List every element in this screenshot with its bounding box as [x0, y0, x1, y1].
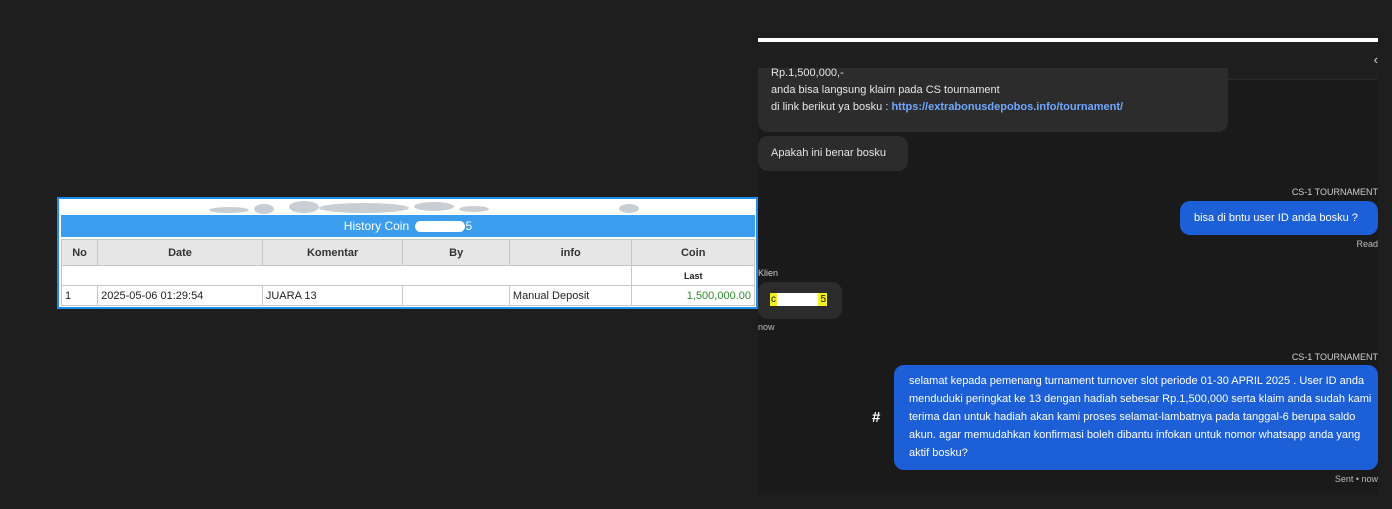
column-header-by[interactable]: By: [402, 239, 510, 266]
message-line: di link berikut ya bosku : https://extra…: [771, 99, 1228, 116]
user-id-prefix: c: [771, 294, 776, 305]
cell-date: 2025-05-06 01:29:54: [97, 285, 263, 306]
column-header-coin[interactable]: Coin: [631, 239, 755, 266]
read-receipt: Read: [1356, 239, 1378, 249]
column-header-info[interactable]: info: [508, 239, 633, 266]
subheader-empty-cell: [60, 265, 633, 286]
redacted-username: [414, 221, 465, 233]
incoming-message-tournament-info: Rp.1,500,000,- anda bisa langsung klaim …: [758, 67, 1228, 132]
history-table: No Date Komentar By info Coin Last 1 202…: [60, 239, 755, 306]
highlighted-user-id: c 5: [770, 293, 827, 306]
cell-komentar: JUARA 13: [261, 285, 404, 306]
outgoing-message-winner-announcement: selamat kepada pemenang turnament turnov…: [894, 365, 1378, 470]
incoming-message-confirm: Apakah ini benar bosku: [758, 136, 908, 171]
column-header-date[interactable]: Date: [97, 239, 263, 266]
outgoing-message-ask-id: bisa di bntu user ID anda bosku ?: [1180, 201, 1378, 235]
column-header-komentar[interactable]: Komentar: [261, 239, 404, 266]
client-label: Klien: [758, 268, 779, 278]
hash-icon[interactable]: #: [872, 409, 880, 426]
sender-label: CS-1 TOURNAMENT: [1291, 352, 1378, 362]
sender-label: CS-1 TOURNAMENT: [1291, 187, 1378, 197]
cell-by: [402, 285, 510, 306]
coin-last-label: Last: [631, 265, 755, 286]
user-id-suffix: 5: [820, 294, 826, 305]
message-line-prefix: di link berikut ya bosku :: [771, 101, 889, 113]
message-timestamp: now: [758, 322, 775, 332]
sent-status: Sent • now: [1334, 474, 1378, 484]
redacted-user-id: [777, 293, 818, 306]
chat-panel: ‹ Rp.1,500,000,- anda bisa langsung klai…: [758, 38, 1378, 493]
history-coin-panel: History Coin 5 No Date Komentar By info …: [57, 197, 758, 309]
history-title: History Coin 5: [61, 215, 755, 237]
chevron-left-icon[interactable]: ‹: [1374, 52, 1378, 67]
message-line: anda bisa langsung klaim pada CS tournam…: [771, 84, 1000, 96]
tournament-link[interactable]: https://extrabonusdepobos.info/tournamen…: [891, 101, 1123, 113]
message-line: Rp.1,500,000,-: [771, 67, 844, 79]
history-title-text: History Coin: [343, 219, 410, 233]
incoming-message-user-id: c 5: [758, 282, 842, 319]
history-title-suffix: 5: [465, 219, 473, 233]
cell-coin: 1,500,000.00: [631, 285, 755, 306]
table-header-row: No Date Komentar By info Coin: [60, 239, 755, 266]
cell-no: 1: [60, 285, 99, 306]
cell-info: Manual Deposit: [508, 285, 633, 306]
table-row: 1 2025-05-06 01:29:54 JUARA 13 Manual De…: [60, 285, 755, 306]
world-map-background: [59, 199, 756, 215]
subheader-row: Last: [60, 265, 755, 286]
column-header-no[interactable]: No: [60, 239, 99, 266]
